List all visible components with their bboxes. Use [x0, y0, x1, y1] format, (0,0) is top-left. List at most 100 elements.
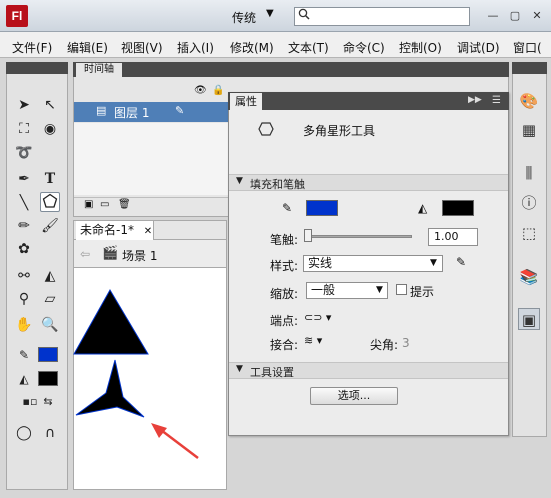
layer-name[interactable]: 图层 1 [114, 104, 149, 121]
transform-icon[interactable]: ⬚ [518, 222, 540, 244]
document-tab[interactable]: 未命名-1* ✕ [76, 221, 154, 240]
flash-logo: Fl [6, 5, 28, 27]
black-white-icon[interactable]: ▪▫ [20, 392, 40, 412]
swap-colors-icon[interactable]: ⇆ [38, 392, 58, 412]
stage-artwork [73, 289, 199, 459]
new-layer-icon[interactable]: ▣ [84, 199, 93, 210]
chevron-down-icon[interactable]: ▼ [376, 283, 383, 298]
menu-view[interactable]: 视图(V) [121, 39, 163, 56]
tool-settings-section-label: 工具设置 [250, 366, 294, 379]
panel-menu-icon[interactable]: ☰ [492, 95, 501, 106]
snap-to-objects-icon[interactable]: ∩ [40, 423, 60, 443]
deco-tool-icon[interactable]: ✿ [14, 239, 34, 259]
hinting-checkbox[interactable] [396, 284, 407, 295]
chevron-down-icon[interactable]: ▼ [266, 8, 274, 19]
line-tool-icon[interactable]: ╲ [14, 193, 34, 213]
lasso-tool-icon[interactable]: ➰ [14, 143, 34, 163]
toolbar-fill-swatch[interactable] [38, 371, 58, 386]
hand-tool-icon[interactable]: ✋ [14, 315, 34, 335]
stroke-color-swatch[interactable] [306, 200, 338, 216]
stroke-slider[interactable] [306, 235, 412, 238]
zoom-tool-icon[interactable]: 🔍 [40, 315, 60, 335]
chevron-down-icon[interactable]: ▼ [430, 256, 437, 271]
selection-tool-icon[interactable]: ➤ [14, 95, 34, 115]
search-icon [298, 8, 310, 23]
right-dock-header[interactable] [512, 62, 547, 74]
info-icon[interactable]: ⓘ [518, 192, 540, 214]
eyedropper-tool-icon[interactable]: ⚲ [14, 289, 34, 309]
join-style-icon[interactable]: ≋ ▾ [304, 334, 322, 347]
free-transform-tool-icon[interactable]: ⛶ [14, 119, 34, 139]
bone-tool-icon[interactable]: ⚯ [14, 266, 34, 286]
miter-label: 尖角: [370, 338, 399, 352]
scale-label: 缩放: [270, 287, 299, 301]
menu-modify[interactable]: 修改(M) [230, 39, 274, 56]
menu-insert[interactable]: 插入(I) [177, 39, 214, 56]
new-folder-icon[interactable]: ▭ [100, 199, 109, 210]
style-label: 样式: [270, 259, 299, 273]
eraser-tool-icon[interactable]: ▱ [40, 289, 60, 309]
workspace-switcher[interactable]: 传统 [232, 9, 256, 26]
fill-color-icon: ◭ [19, 372, 29, 386]
3d-rotation-tool-icon[interactable]: ◉ [40, 119, 60, 139]
close-icon: ✕ [143, 226, 153, 237]
align-icon[interactable]: ⫼ [518, 162, 540, 184]
collapse-icon[interactable]: ▶▶ [468, 95, 482, 105]
pen-tool-icon[interactable]: ✒ [14, 169, 34, 189]
polygon-icon[interactable] [40, 192, 60, 212]
options-button[interactable]: 选项... [310, 387, 398, 405]
color-palette-icon[interactable]: 🎨 [518, 90, 540, 112]
menu-commands[interactable]: 命令(C) [343, 39, 385, 56]
brush-tool-icon[interactable]: 🖌 [40, 216, 60, 236]
pencil-icon: ✎ [175, 104, 185, 117]
search-input[interactable] [294, 7, 470, 26]
fill-color-swatch[interactable] [442, 200, 474, 216]
pencil-tool-icon[interactable]: ✏ [14, 216, 34, 236]
hinting-label: 提示 [410, 285, 435, 299]
paint-bucket-tool-icon[interactable]: ◭ [40, 266, 60, 286]
section-toggle-icon[interactable]: ▼ [236, 364, 243, 374]
menu-text[interactable]: 文本(T) [288, 39, 329, 56]
menu-edit[interactable]: 编辑(E) [67, 39, 108, 56]
restore-button[interactable]: ▢ [508, 9, 522, 23]
swatches-icon[interactable]: ▦ [518, 119, 540, 141]
menu-file[interactable]: 文件(F) [12, 39, 52, 56]
delete-layer-icon[interactable]: 🗑 [118, 199, 131, 210]
library-icon[interactable]: 📚 [518, 266, 540, 288]
back-arrow-icon[interactable]: ⇦ [80, 247, 90, 261]
properties-dock-icon[interactable]: ▣ [518, 308, 540, 330]
close-button[interactable]: ✕ [530, 9, 544, 23]
menu-debug[interactable]: 调试(D) [457, 39, 500, 56]
stroke-slider-handle[interactable] [304, 229, 312, 242]
layer-icon: ▤ [96, 104, 107, 117]
miter-value[interactable]: 3 [402, 336, 410, 350]
timeline-header [73, 62, 509, 77]
subselection-tool-icon[interactable]: ↖ [40, 95, 60, 115]
menu-control[interactable]: 控制(O) [399, 39, 442, 56]
minimize-button[interactable]: — [486, 9, 500, 23]
cap-style-icon[interactable]: ⊂⊃ ▾ [304, 311, 331, 324]
triangle-shape [73, 289, 149, 355]
scene-icon: 🎬 [102, 246, 119, 261]
lock-icon[interactable]: 🔒 [212, 85, 224, 96]
toolbar-stroke-swatch[interactable] [38, 347, 58, 362]
edit-stroke-style-icon[interactable]: ✎ [456, 255, 466, 269]
polygon-tool-icon [258, 122, 274, 139]
tools-panel-header[interactable] [6, 62, 68, 74]
section-toggle-icon[interactable]: ▼ [236, 176, 243, 186]
stroke-label: 笔触: [270, 233, 299, 247]
eye-icon[interactable]: 👁 [194, 85, 207, 96]
paint-bucket-icon: ◭ [418, 201, 428, 215]
text-tool-icon[interactable]: T [40, 169, 60, 189]
cap-label: 端点: [270, 314, 299, 328]
stroke-width-input[interactable]: 1.00 [428, 228, 478, 246]
tab-timeline[interactable]: 时间轴 [76, 63, 122, 77]
join-label: 接合: [270, 338, 299, 352]
tab-properties[interactable]: 属性 [230, 93, 262, 110]
stroke-pencil-icon: ✎ [282, 201, 293, 215]
style-dropdown[interactable]: 实线 [303, 255, 443, 272]
object-drawing-icon[interactable]: ◯ [14, 423, 34, 443]
menu-window[interactable]: 窗口( [513, 39, 542, 56]
layer-list-empty [74, 123, 230, 195]
scene-name: 场景 1 [122, 249, 158, 263]
